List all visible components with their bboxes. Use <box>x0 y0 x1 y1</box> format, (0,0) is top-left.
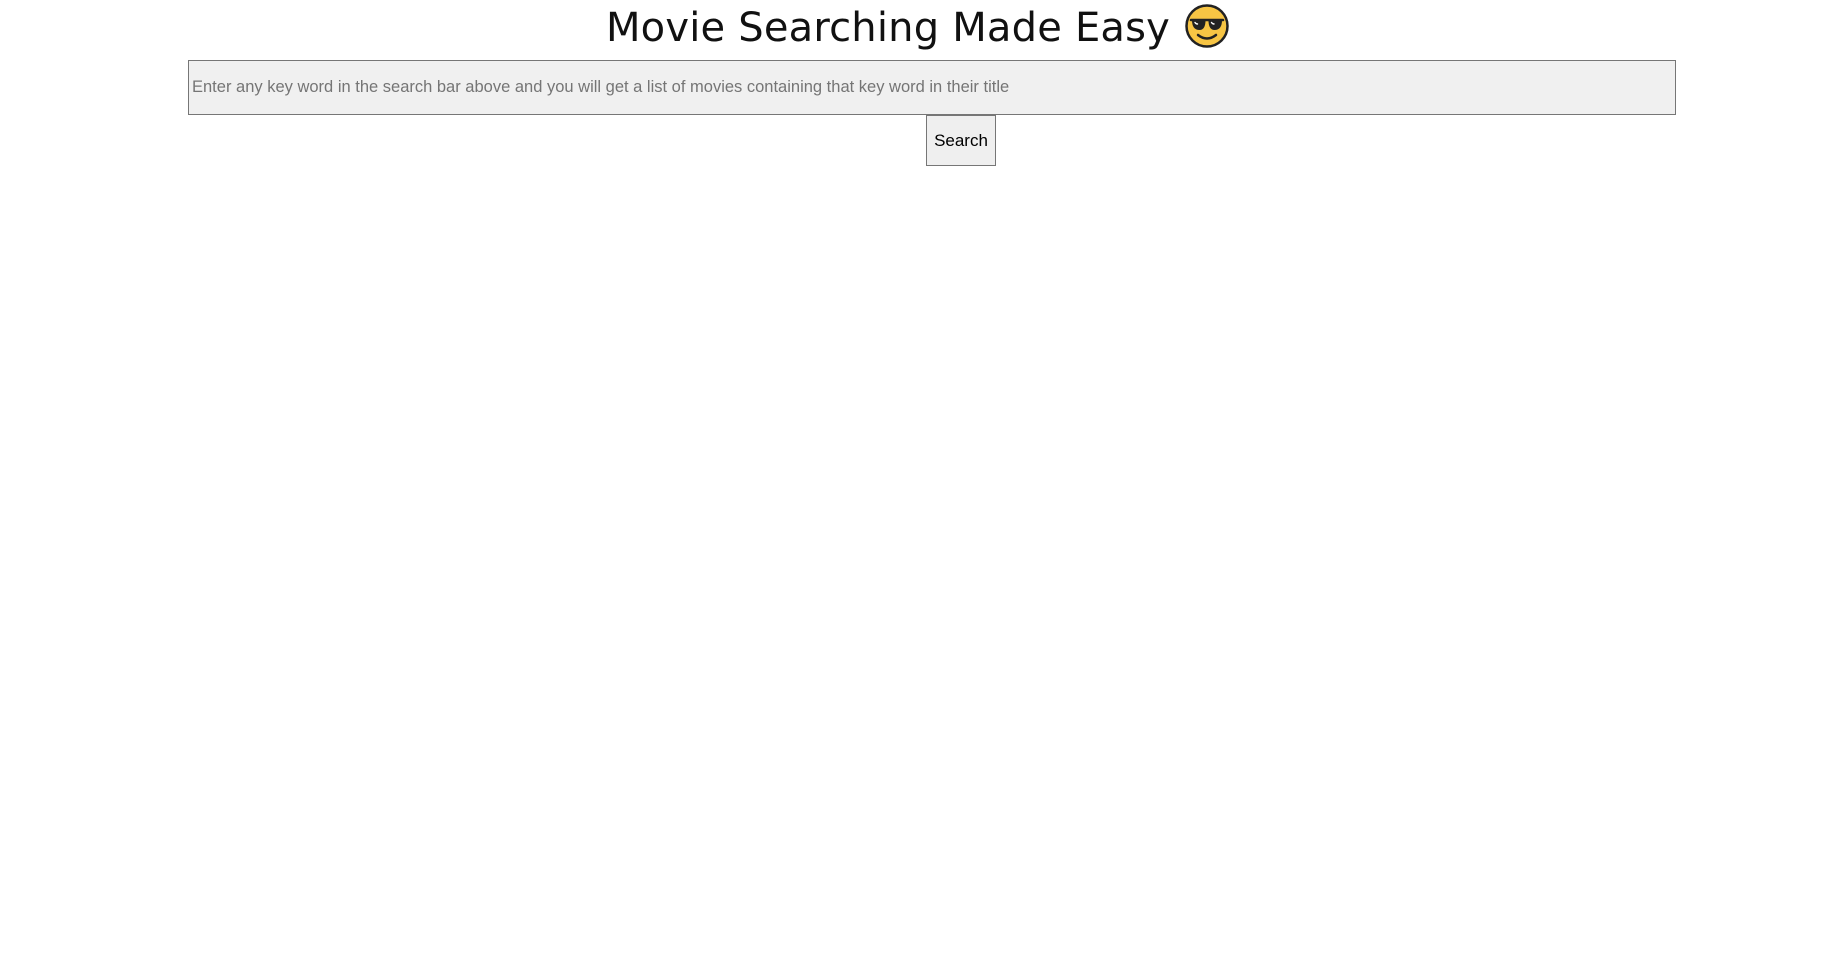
search-input[interactable] <box>188 60 1676 115</box>
page-title: Movie Searching Made Easy <box>605 3 1230 53</box>
page-title-text: Movie Searching Made Easy <box>605 5 1171 51</box>
page-header: Movie Searching Made Easy <box>0 0 1836 58</box>
results-list <box>188 180 1676 940</box>
page: Movie Searching Made Easy Search <box>0 0 1836 965</box>
search-button[interactable]: Search <box>926 115 996 166</box>
sunglasses-emoji-icon <box>1184 3 1230 49</box>
